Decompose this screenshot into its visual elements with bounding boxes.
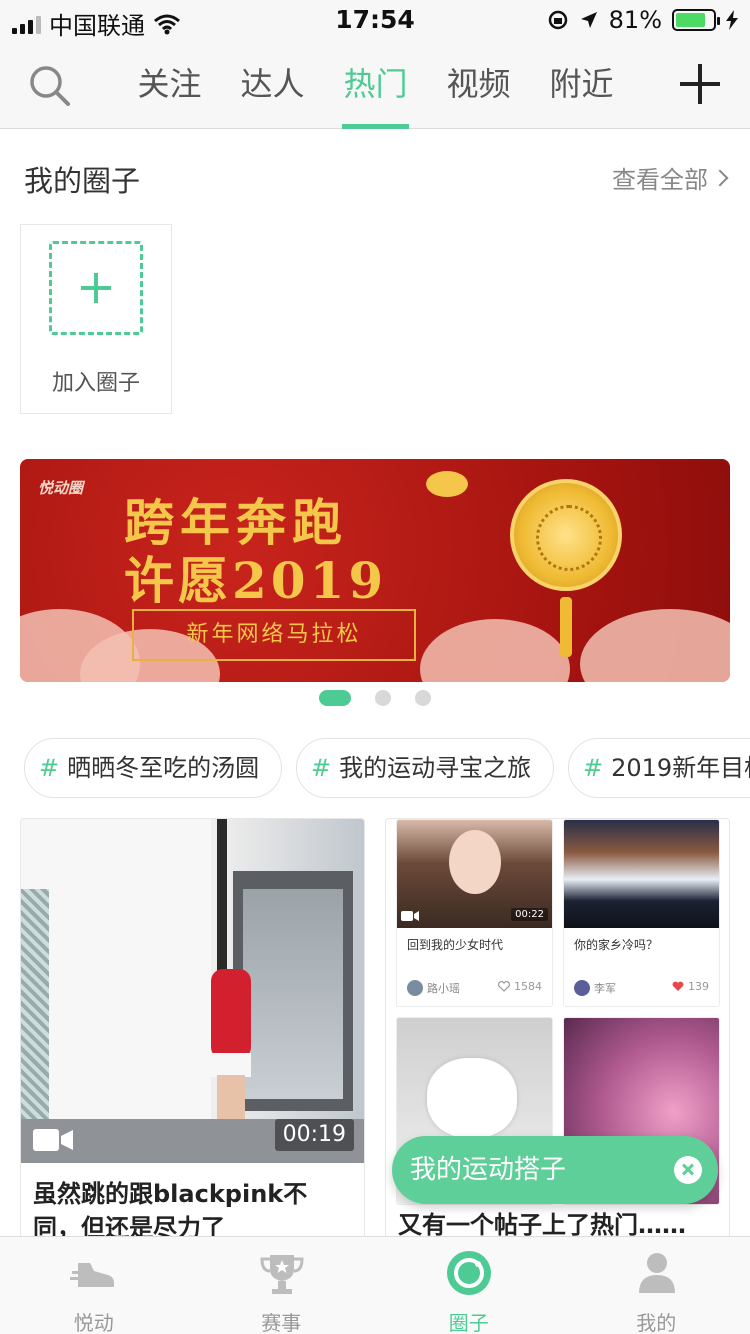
video-thumbnail — [21, 819, 364, 1163]
banner-cloud — [580, 609, 730, 682]
pagination-dot-active[interactable] — [319, 690, 351, 706]
video-duration: 00:22 — [511, 908, 548, 921]
battery-percent: 81% — [608, 6, 662, 34]
mini-post-title: 回到我的少女时代 — [407, 938, 504, 952]
video-duration: 00:19 — [274, 1119, 354, 1151]
status-right: 81% — [547, 6, 738, 34]
plus-icon[interactable] — [680, 64, 720, 104]
mini-post-user[interactable]: 路小瑶 — [407, 980, 460, 996]
add-circle-icon — [49, 241, 143, 335]
tab-nearby[interactable]: 附近 — [530, 40, 633, 129]
medal-icon — [510, 479, 622, 591]
feed-card-video[interactable]: 00:19 虽然跳的跟blackpink不同，但还是尽力了 — [20, 818, 365, 1238]
feed-card-title: 又有一个帖子上了热门…… — [398, 1211, 686, 1238]
see-all-link[interactable]: 查看全部 — [612, 160, 729, 195]
battery-icon — [672, 9, 720, 31]
mini-post-title: 你的家乡冷吗？ — [574, 938, 659, 952]
chevron-right-icon — [711, 169, 729, 186]
tabbar-label: 圈子 — [448, 1311, 489, 1334]
banner-subtitle: 新年网络马拉松 — [132, 609, 416, 661]
pagination-dot[interactable] — [375, 690, 391, 706]
sports-partner-pill[interactable]: 我的运动搭子 — [392, 1136, 718, 1204]
topic-tag-label: 我的运动寻宝之旅 — [339, 754, 532, 782]
mini-post-user[interactable]: 李军 — [574, 980, 616, 996]
tabbar-item-circles[interactable]: 圈子 — [375, 1237, 563, 1334]
banner-cloud — [420, 619, 570, 682]
tab-experts[interactable]: 达人 — [221, 40, 324, 129]
person-shape — [211, 969, 251, 1059]
hash-icon: # — [583, 754, 604, 782]
bottom-tab-bar: 悦动 赛事 圈子 我的 — [0, 1236, 750, 1334]
see-all-label: 查看全部 — [612, 166, 708, 194]
topic-tag[interactable]: # 我的运动寻宝之旅 — [296, 738, 555, 798]
topic-tag[interactable]: #2019新年目标 — [568, 738, 750, 798]
heart-outline-icon — [498, 981, 510, 992]
avatar — [407, 980, 423, 996]
shoe-icon — [70, 1263, 114, 1287]
person-icon — [638, 1253, 675, 1293]
glass-block-shape — [21, 889, 49, 1119]
topic-tag-label: 晒晒冬至吃的汤圆 — [67, 754, 260, 782]
pagination-dot[interactable] — [415, 690, 431, 706]
tab-hot[interactable]: 热门 — [324, 40, 427, 129]
trophy-icon — [259, 1255, 304, 1294]
mini-post-thumbnail — [564, 820, 719, 928]
rotation-lock-icon — [548, 10, 567, 30]
topic-tags: #晒晒冬至吃的汤圆 #我的运动寻宝之旅 #2019新年目标 — [24, 738, 750, 800]
top-nav: 关注 达人 热门 视频 附近 — [0, 40, 750, 129]
close-icon[interactable] — [674, 1156, 702, 1184]
banner-pagination — [0, 690, 750, 708]
face-shape — [449, 830, 501, 894]
hash-icon: # — [39, 754, 60, 782]
like-count-value: 1584 — [514, 980, 542, 993]
pig-icon — [426, 471, 468, 497]
status-bar: 中国联通 17:54 81% — [0, 0, 750, 40]
tabbar-item-me[interactable]: 我的 — [563, 1237, 750, 1334]
charging-icon — [726, 10, 738, 30]
avatar — [574, 980, 590, 996]
topic-tag-label: 2019新年目标 — [611, 754, 750, 782]
promo-banner[interactable]: 悦动圈 跨年奔跑 许愿2019 新年网络马拉松 — [20, 459, 730, 682]
sports-partner-label: 我的运动搭子 — [410, 1155, 567, 1185]
tabbar-item-events[interactable]: 赛事 — [188, 1237, 376, 1334]
search-icon[interactable] — [28, 64, 72, 108]
my-circles-title: 我的圈子 — [24, 164, 141, 198]
hash-icon: # — [311, 754, 332, 782]
banner-logo: 悦动圈 — [38, 479, 84, 497]
person-shorts-shape — [211, 1053, 251, 1077]
door-glass-shape — [243, 889, 343, 1099]
nav-tabs: 关注 达人 热门 视频 附近 — [118, 40, 633, 129]
like-count[interactable]: 139 — [672, 980, 709, 993]
tabbar-item-yuedong[interactable]: 悦动 — [0, 1237, 188, 1334]
tabbar-label: 赛事 — [261, 1311, 302, 1334]
tab-follow[interactable]: 关注 — [118, 40, 221, 129]
mini-post[interactable]: 你的家乡冷吗？ 李军 139 — [563, 819, 720, 1007]
mini-post[interactable]: 00:22 回到我的少女时代 路小瑶 1584 — [396, 819, 553, 1007]
join-circle-label: 加入圈子 — [51, 371, 140, 396]
heart-filled-icon — [672, 981, 684, 991]
like-count[interactable]: 1584 — [498, 980, 542, 993]
tabbar-label: 悦动 — [73, 1311, 114, 1334]
feed-card-title: 虽然跳的跟blackpink不同，但还是尽力了 — [33, 1180, 308, 1238]
location-icon — [580, 12, 597, 28]
like-count-value: 139 — [688, 980, 709, 993]
banner-title-line2: 许愿2019 — [124, 551, 388, 610]
video-camera-icon — [33, 1129, 73, 1151]
tab-video[interactable]: 视频 — [427, 40, 530, 129]
username: 路小瑶 — [427, 982, 460, 995]
cat-shape — [427, 1058, 517, 1138]
knot-icon — [560, 597, 572, 657]
circle-icon — [447, 1251, 491, 1295]
username: 李军 — [594, 982, 616, 995]
topic-tag[interactable]: # 晒晒冬至吃的汤圆 — [24, 738, 283, 798]
battery-fill — [676, 13, 706, 27]
video-camera-icon — [401, 911, 419, 921]
tabbar-label: 我的 — [636, 1311, 677, 1334]
wall-shape — [21, 819, 211, 1119]
join-circle-card[interactable]: 加入圈子 — [20, 224, 172, 414]
